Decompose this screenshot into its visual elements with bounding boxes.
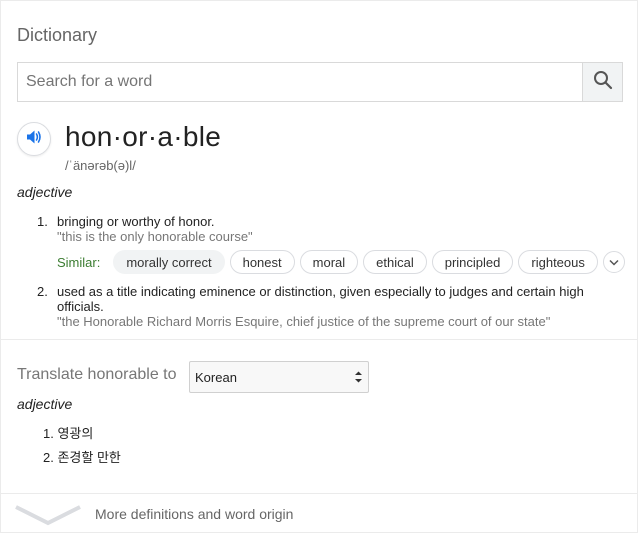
similar-chip[interactable]: honest bbox=[229, 250, 295, 274]
more-definitions-label: More definitions and word origin bbox=[95, 506, 294, 522]
translation-number: 1. bbox=[43, 426, 54, 441]
select-arrows-icon bbox=[354, 370, 363, 387]
similar-chip[interactable]: moral bbox=[299, 250, 359, 274]
sense-number: 1. bbox=[37, 214, 48, 229]
section-divider bbox=[1, 339, 638, 340]
sense-item: 2. used as a title indicating eminence o… bbox=[37, 284, 617, 329]
speaker-icon bbox=[25, 128, 43, 151]
card-title: Dictionary bbox=[17, 25, 98, 45]
pronunciation-button[interactable] bbox=[17, 122, 51, 156]
sense-example: "this is the only honorable course" bbox=[57, 229, 253, 244]
sense-definition: bringing or worthy of honor. bbox=[57, 214, 215, 229]
similar-words: Similar: morally correct honest moral et… bbox=[57, 249, 625, 275]
part-of-speech: adjective bbox=[17, 184, 73, 200]
headword: hon·or·a·ble bbox=[65, 121, 222, 152]
chevron-down-icon bbox=[609, 253, 619, 271]
similar-chip[interactable]: righteous bbox=[518, 250, 598, 274]
similar-chip[interactable]: ethical bbox=[363, 250, 427, 274]
translation-part-of-speech: adjective bbox=[17, 396, 73, 412]
similar-label: Similar: bbox=[57, 254, 101, 270]
dictionary-card: Dictionary hon·or·a·ble /ˈänərəb(ə)l/ ad… bbox=[0, 0, 638, 533]
phonetic-spelling: /ˈänərəb(ə)l/ bbox=[65, 158, 136, 173]
chevron-down-icon bbox=[15, 504, 81, 531]
translation-text: 존경할 만한 bbox=[57, 450, 121, 465]
similar-chip[interactable]: principled bbox=[431, 250, 514, 274]
search-icon bbox=[593, 70, 613, 95]
search-input[interactable] bbox=[18, 63, 582, 101]
similar-chip[interactable]: morally correct bbox=[113, 250, 225, 274]
expand-similar-button[interactable] bbox=[602, 251, 625, 273]
translation-item: 2. 존경할 만한 bbox=[43, 447, 121, 466]
sense-item: 1. bringing or worthy of honor. "this is… bbox=[37, 214, 617, 244]
selected-language: Korean bbox=[195, 369, 237, 385]
sense-definition: used as a title indicating eminence or d… bbox=[57, 284, 584, 314]
translation-number: 2. bbox=[43, 450, 54, 465]
search-box bbox=[17, 62, 623, 102]
sense-example: "the Honorable Richard Morris Esquire, c… bbox=[57, 314, 551, 329]
more-definitions-button[interactable]: More definitions and word origin bbox=[1, 494, 638, 534]
translation-item: 1. 영광의 bbox=[43, 423, 93, 442]
language-select[interactable]: Korean bbox=[189, 361, 369, 393]
sense-number: 2. bbox=[37, 284, 48, 299]
translation-text: 영광의 bbox=[57, 426, 94, 441]
search-button[interactable] bbox=[582, 63, 622, 101]
translate-label: Translate honorable to bbox=[17, 366, 177, 383]
